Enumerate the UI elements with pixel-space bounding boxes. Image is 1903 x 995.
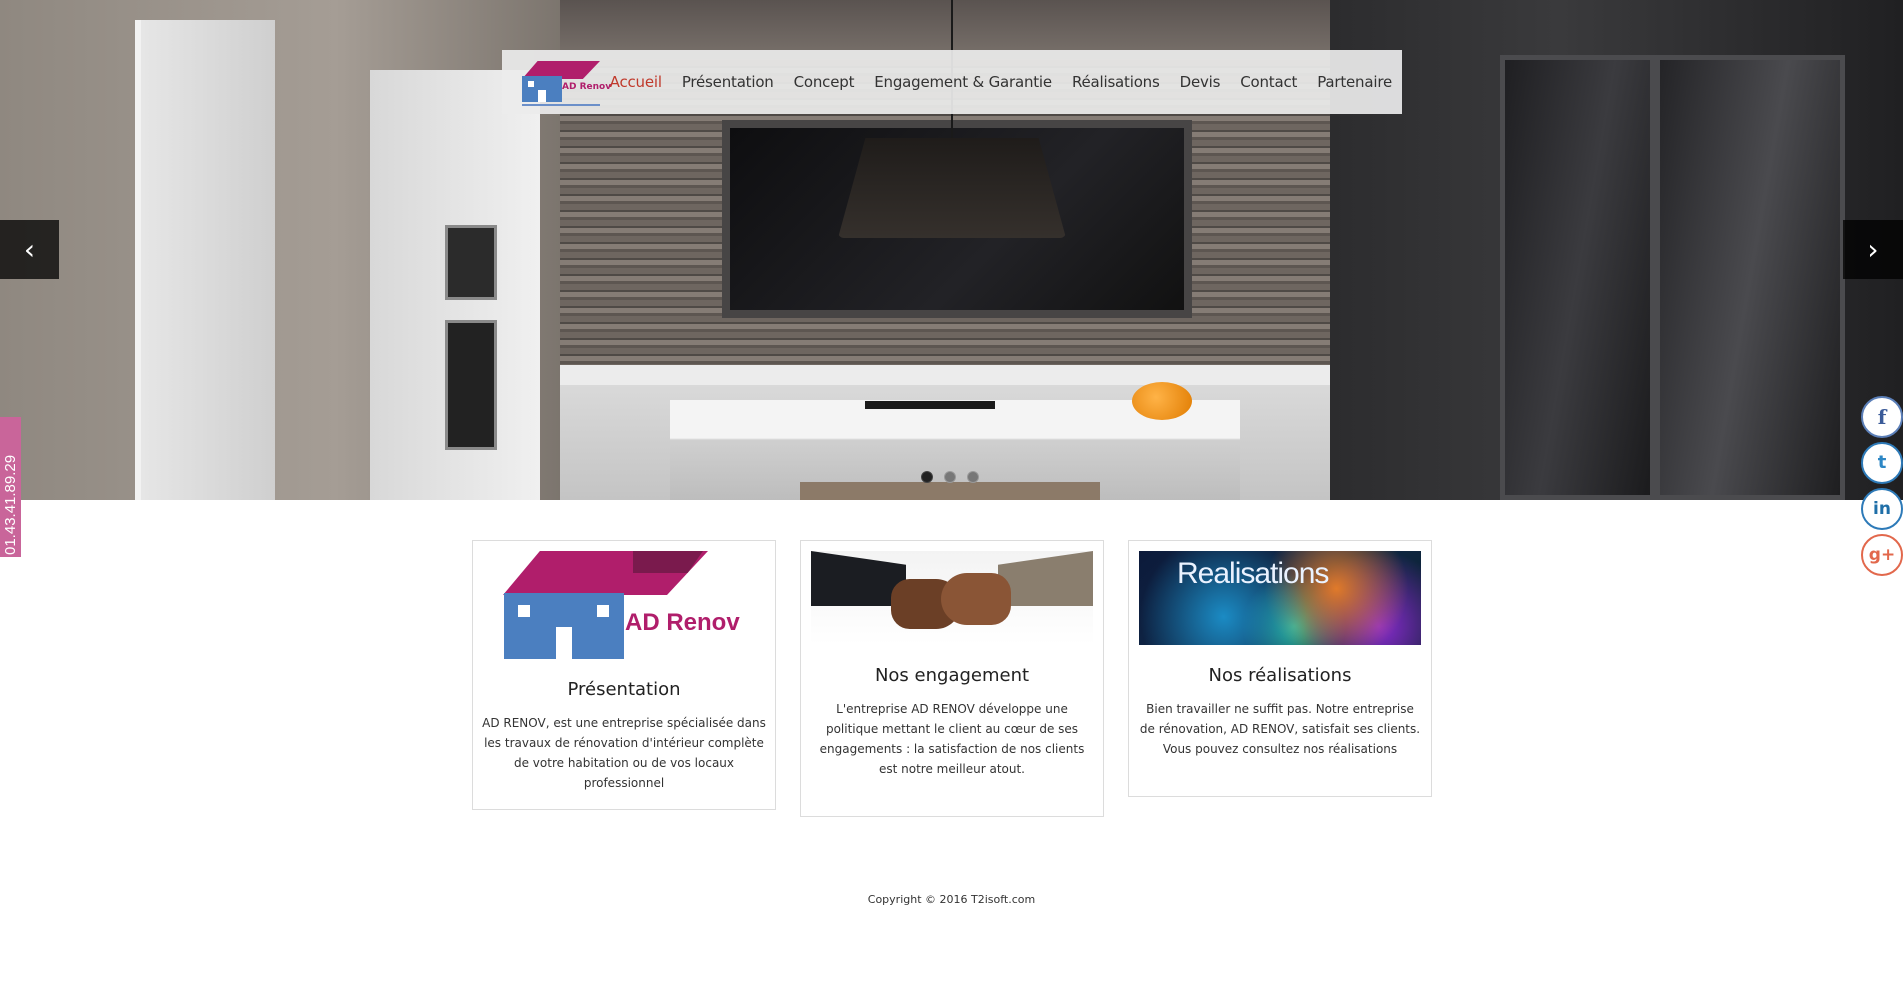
card-realisations-title: Nos réalisations: [1208, 665, 1352, 686]
chevron-left-icon: ‹: [23, 233, 36, 266]
handshake-sleeve-right: [998, 551, 1093, 606]
hero-fruit-bowl: [1132, 382, 1192, 420]
slider-dot-1[interactable]: [921, 471, 933, 483]
logo-house: [522, 76, 562, 102]
nav-item-partenaire[interactable]: Partenaire: [1307, 73, 1402, 91]
main-navbar: AD Renov Accueil Présentation Concept En…: [502, 50, 1402, 114]
phone-tab[interactable]: 01.43.41.89.29: [0, 417, 21, 557]
facebook-icon[interactable]: f: [1861, 396, 1903, 438]
social-bar: f t in g+: [1861, 396, 1903, 576]
card-presentation[interactable]: AD Renov Présentation AD RENOV, est une …: [472, 540, 776, 810]
hero-glass-door: [1500, 55, 1655, 500]
nav-item-concept[interactable]: Concept: [784, 73, 865, 91]
hero-door: [135, 20, 275, 500]
nav-item-engagement-garantie[interactable]: Engagement & Garantie: [864, 73, 1062, 91]
slider-dot-3[interactable]: [967, 471, 979, 483]
hero-floor: [800, 482, 1100, 500]
phone-number: 01.43.41.89.29: [2, 454, 19, 555]
hero-glass-door-2: [1655, 55, 1845, 500]
linkedin-icon[interactable]: in: [1861, 488, 1903, 530]
card-realisations-image: Realisations: [1139, 551, 1421, 645]
slider-next-button[interactable]: ›: [1843, 220, 1903, 279]
card-presentation-logo-text: AD Renov: [625, 609, 740, 636]
card-engagement-text: L'entreprise AD RENOV développe une poli…: [819, 702, 1085, 776]
slider-dot-2[interactable]: [944, 471, 956, 483]
card-presentation-title: Présentation: [567, 679, 681, 700]
logo-roof-shadow: [633, 551, 703, 573]
nav-item-devis[interactable]: Devis: [1170, 73, 1231, 91]
twitter-icon[interactable]: t: [1861, 442, 1903, 484]
nav-item-presentation[interactable]: Présentation: [672, 73, 784, 91]
footer-copyright: Copyright © 2016 T2isoft.com: [867, 893, 1036, 906]
hero-oven-lower: [445, 320, 497, 450]
site-logo[interactable]: AD Renov: [522, 58, 611, 106]
nav-item-realisations[interactable]: Réalisations: [1062, 73, 1170, 91]
handshake-hand-right: [941, 573, 1011, 625]
logo-house: [504, 593, 624, 659]
hero-slider: ‹ › AD Renov Accueil Présentation Concep…: [0, 0, 1903, 500]
card-engagement-title: Nos engagement: [874, 665, 1030, 686]
chevron-right-icon: ›: [1867, 233, 1879, 266]
google-plus-icon[interactable]: g+: [1861, 534, 1903, 576]
card-presentation-text: AD RENOV, est une entreprise spécialisée…: [482, 716, 766, 790]
nav-item-contact[interactable]: Contact: [1230, 73, 1307, 91]
slider-dots: [921, 471, 979, 483]
hero-lamp: [838, 138, 1066, 238]
logo-text: AD Renov: [562, 82, 612, 92]
card-realisations-text: Bien travailler ne suffit pas. Notre ent…: [1139, 702, 1421, 756]
hero-hob: [865, 401, 995, 409]
logo-tagline-bar: [522, 104, 600, 106]
slider-prev-button[interactable]: ‹: [0, 220, 59, 279]
hero-oven: [445, 225, 497, 300]
page: ‹ › AD Renov Accueil Présentation Concep…: [0, 0, 1903, 995]
card-realisations-image-text: Realisations: [1177, 557, 1329, 590]
card-engagement-image: [811, 551, 1093, 645]
hero-counter: [560, 365, 1330, 385]
nav-links: Accueil Présentation Concept Engagement …: [600, 73, 1402, 91]
card-presentation-image: AD Renov: [483, 551, 765, 659]
card-realisations[interactable]: Realisations Nos réalisations Bien trava…: [1128, 540, 1432, 797]
card-engagement[interactable]: Nos engagement L'entreprise AD RENOV dév…: [800, 540, 1104, 817]
